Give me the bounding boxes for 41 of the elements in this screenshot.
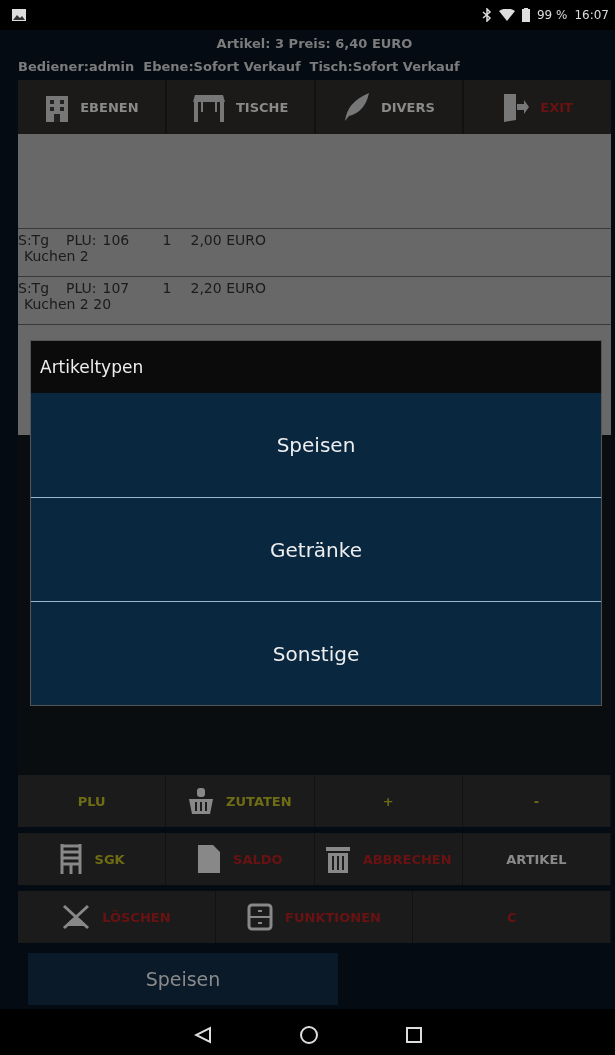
toolbar-button[interactable]: TISCHE [166, 80, 314, 134]
level-label: Ebene:Sofort Verkauf [143, 59, 301, 74]
row-item-name: Kuchen 2 [23, 248, 90, 264]
table-icon [191, 92, 226, 122]
battery-level: 99 % [536, 8, 568, 22]
order-summary: Artikel: 3 Preis: 6,40 EURO [215, 35, 414, 53]
row-code: S:Tg [18, 232, 51, 248]
order-row[interactable]: S:Tg PLU: 107 1 2,20 EURO Kuchen 2 20 [18, 277, 611, 325]
table-label: Tisch:Sofort Verkauf [309, 59, 460, 74]
order-row[interactable]: S:Tg PLU: 106 1 2,00 EURO Kuchen 2 [18, 229, 611, 277]
row-item-name: Kuchen 2 20 [23, 296, 113, 312]
bluetooth-icon [481, 8, 492, 22]
row-plu-label: PLU: [66, 232, 97, 248]
back-icon[interactable] [193, 1026, 212, 1044]
row-plu-label: PLU: [66, 280, 97, 296]
category-tab[interactable]: Speisen [28, 953, 338, 1005]
wifi-icon [498, 9, 515, 21]
battery-icon [521, 8, 530, 22]
feather-icon [342, 92, 371, 122]
exit-door-icon [502, 92, 531, 122]
basket-icon [188, 787, 215, 815]
clock: 16:07 [574, 8, 609, 22]
crossed-tools-icon [62, 904, 91, 930]
row-code: S:Tg [18, 280, 51, 296]
image-icon [12, 9, 26, 21]
trash-icon [324, 844, 351, 874]
chair-icon [58, 844, 83, 874]
row-price: 2,00 EURO [190, 232, 266, 248]
operator-label: Bediener:admin [18, 59, 135, 74]
document-icon [197, 844, 222, 874]
row-price: 2,20 EURO [190, 280, 266, 296]
toolbar-button[interactable]: EBENEN [18, 80, 165, 134]
home-icon[interactable] [298, 1025, 319, 1045]
recents-icon[interactable] [405, 1027, 422, 1043]
row-plu-number: 106 [101, 232, 131, 248]
toolbar-button[interactable]: DIVERS [315, 80, 463, 134]
dialog-title: Artikeltypen [31, 341, 601, 393]
drawer-icon [247, 903, 274, 931]
row-quantity: 1 [161, 280, 173, 296]
row-plu-number: 107 [101, 280, 131, 296]
row-quantity: 1 [161, 232, 173, 248]
